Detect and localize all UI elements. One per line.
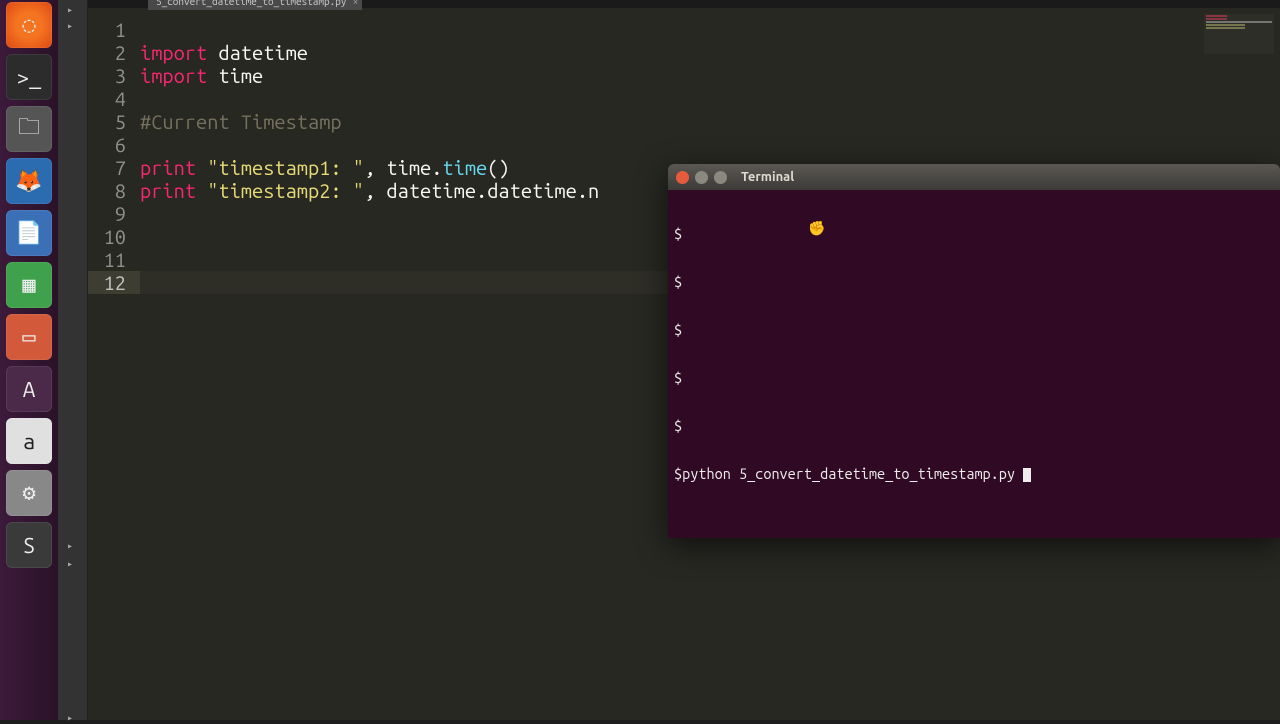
code-text	[140, 87, 151, 110]
line-number: 6	[88, 133, 140, 156]
terminal-title: Terminal	[741, 170, 794, 184]
unity-launcher: ◌ >_ 🗀 🦊 📄 ▦ ▭ A a ⚙ S	[0, 0, 58, 720]
launcher-impress-icon[interactable]: ▭	[6, 314, 52, 360]
project-sidebar-collapsed[interactable]: ▸ ▸ ▸ ▸ ▸	[58, 0, 88, 720]
launcher-sublime-icon[interactable]: S	[6, 522, 52, 568]
line-number: 9	[88, 202, 140, 225]
line-number: 3	[88, 64, 140, 87]
line-number: 11	[88, 248, 140, 271]
line-number: 4	[88, 87, 140, 110]
line-number: 1	[88, 18, 140, 41]
code-text	[140, 271, 151, 294]
code-text: import datetime	[140, 41, 308, 64]
launcher-firefox-icon[interactable]: 🦊	[6, 158, 52, 204]
launcher-files-icon[interactable]: 🗀	[6, 106, 52, 152]
launcher-dash-icon[interactable]: ◌	[6, 2, 52, 48]
window-maximize-icon[interactable]	[714, 171, 727, 184]
terminal-line: $	[674, 370, 1274, 386]
window-minimize-icon[interactable]	[695, 171, 708, 184]
window-close-icon[interactable]	[676, 171, 689, 184]
code-text	[140, 225, 151, 248]
line-number: 10	[88, 225, 140, 248]
line-number: 5	[88, 110, 140, 133]
terminal-cursor	[1023, 468, 1031, 482]
code-text	[140, 202, 151, 225]
code-text: print "timestamp1: ", time.time()	[140, 156, 510, 179]
terminal-titlebar[interactable]: Terminal	[668, 164, 1280, 190]
folder-arrow-icon[interactable]: ▸	[67, 558, 73, 570]
launcher-terminal-icon[interactable]: >_	[6, 54, 52, 100]
launcher-amazon-icon[interactable]: a	[6, 418, 52, 464]
code-text	[140, 18, 151, 41]
launcher-appstore-icon[interactable]: A	[6, 366, 52, 412]
code-text	[140, 248, 151, 271]
tab-title: 5_convert_datetime_to_timestamp.py	[156, 0, 346, 7]
code-text: print "timestamp2: ", datetime.datetime.…	[140, 179, 599, 202]
launcher-writer-icon[interactable]: 📄	[6, 210, 52, 256]
launcher-calc-icon[interactable]: ▦	[6, 262, 52, 308]
terminal-line: $	[674, 226, 1274, 242]
grab-cursor-icon: ✊	[808, 220, 825, 236]
terminal-line: $python 5_convert_datetime_to_timestamp.…	[674, 466, 1274, 482]
editor-tab-bar: 5_convert_datetime_to_timestamp.py ×	[88, 0, 1280, 8]
line-number: 12	[88, 271, 140, 294]
line-number: 8	[88, 179, 140, 202]
folder-arrow-icon[interactable]: ▸	[67, 4, 73, 16]
line-number: 2	[88, 41, 140, 64]
code-text: import time	[140, 64, 263, 87]
terminal-line: $	[674, 322, 1274, 338]
code-text: #Current Timestamp	[140, 110, 342, 133]
folder-arrow-icon[interactable]: ▸	[67, 20, 73, 32]
folder-arrow-icon[interactable]: ▸	[67, 712, 73, 724]
terminal-body[interactable]: $ $ $ $ $ $python 5_convert_datetime_to_…	[668, 190, 1280, 538]
minimap[interactable]	[1204, 14, 1274, 54]
terminal-line: $	[674, 418, 1274, 434]
terminal-line: $	[674, 274, 1274, 290]
code-text	[140, 133, 151, 156]
line-number: 7	[88, 156, 140, 179]
launcher-settings-icon[interactable]: ⚙	[6, 470, 52, 516]
terminal-window: Terminal $ $ $ $ $ $python 5_convert_dat…	[668, 164, 1280, 538]
folder-arrow-icon[interactable]: ▸	[67, 540, 73, 552]
tab-close-icon[interactable]: ×	[353, 0, 359, 8]
